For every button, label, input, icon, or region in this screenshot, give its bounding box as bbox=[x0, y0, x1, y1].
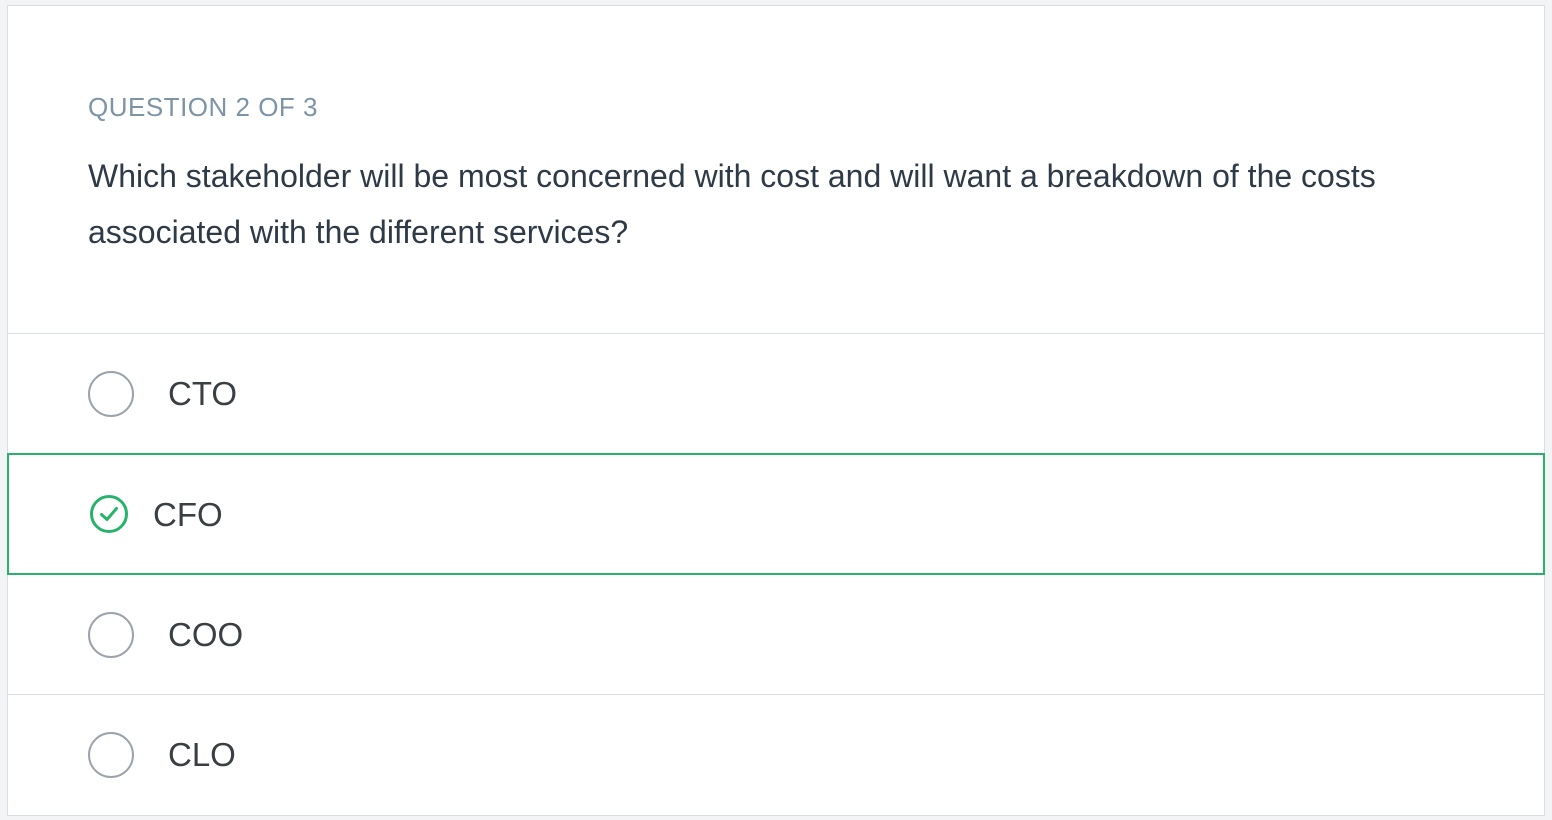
option-label: CTO bbox=[168, 375, 238, 412]
check-circle-icon[interactable] bbox=[89, 494, 129, 534]
radio-button[interactable] bbox=[88, 612, 134, 658]
question-block: QUESTION 2 OF 3 Which stakeholder will b… bbox=[8, 6, 1544, 334]
radio-button[interactable] bbox=[88, 732, 134, 778]
option-cto[interactable]: CTO bbox=[8, 334, 1544, 454]
option-label: CLO bbox=[168, 736, 236, 773]
option-label: CFO bbox=[153, 496, 223, 533]
question-text: Which stakeholder will be most concerned… bbox=[88, 158, 1376, 250]
quiz-card: QUESTION 2 OF 3 Which stakeholder will b… bbox=[7, 5, 1545, 816]
option-label: COO bbox=[168, 616, 244, 653]
option-clo[interactable]: CLO bbox=[8, 695, 1544, 816]
question-counter: QUESTION 2 OF 3 bbox=[88, 92, 318, 122]
option-coo[interactable]: COO bbox=[8, 575, 1544, 695]
radio-button[interactable] bbox=[88, 371, 134, 417]
option-cfo[interactable]: CFO bbox=[7, 453, 1545, 575]
